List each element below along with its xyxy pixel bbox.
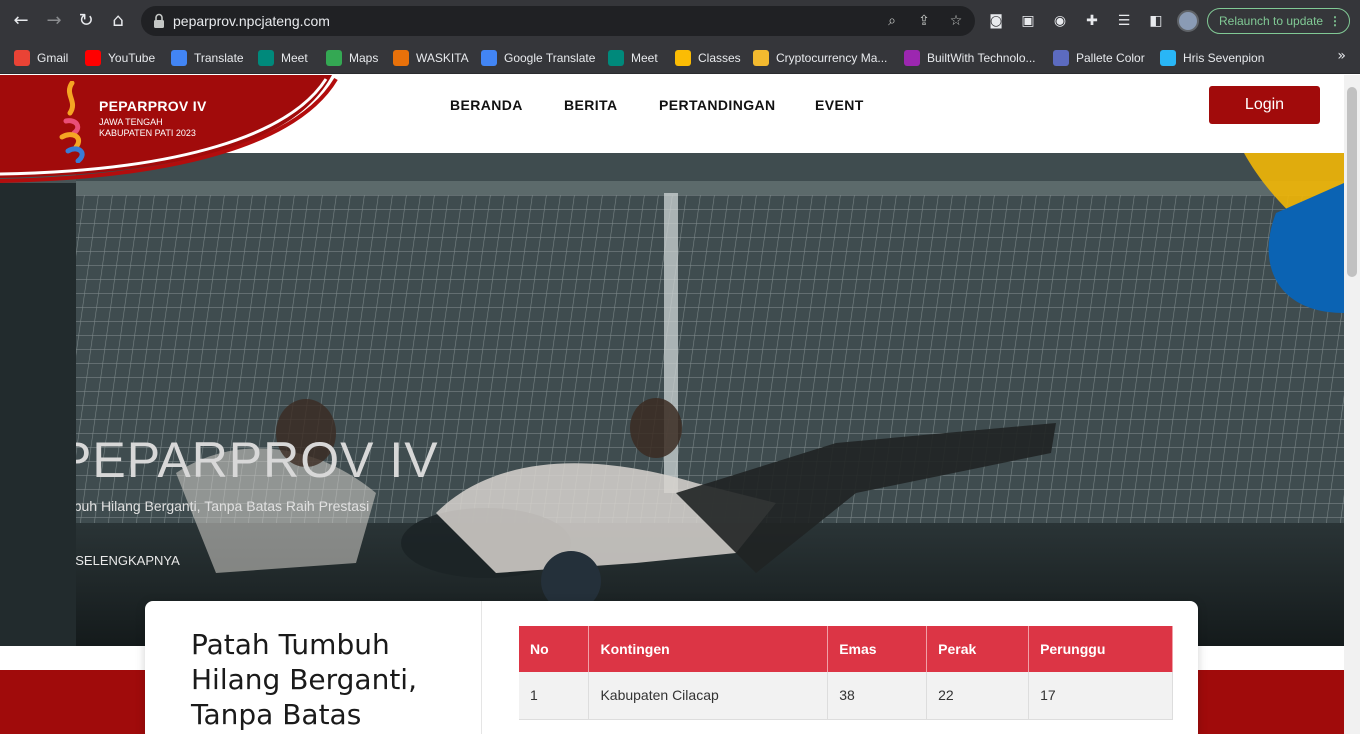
hero-more-link[interactable]: LIHAT SELENGKAPNYA ➡ [76, 553, 226, 573]
cast-extension-icon[interactable]: ▣ [1018, 11, 1038, 31]
bookmark-item[interactable]: Maps [326, 48, 378, 68]
site-header: PEPARPROV IV JAWA TENGAH KABUPATEN PATI … [0, 75, 1344, 183]
bookmark-favicon-icon [326, 50, 342, 66]
zoom-search-icon[interactable]: ⌕ [883, 12, 901, 30]
bookmark-favicon-icon [393, 50, 409, 66]
bookmark-favicon-icon [753, 50, 769, 66]
bookmark-favicon-icon [258, 50, 274, 66]
profile-avatar[interactable] [1177, 10, 1199, 32]
side-panel-icon[interactable]: ◧ [1146, 11, 1166, 31]
more-bookmarks-icon[interactable]: » [1337, 48, 1346, 64]
hero-subtitle: Patah Tumbuh Hilang Berganti, Tanpa Bata… [76, 498, 370, 514]
cell-emas: 38 [827, 672, 928, 720]
cell-perak: 22 [926, 672, 1030, 720]
bookmark-star-icon[interactable]: ☆ [947, 12, 965, 30]
bookmark-item[interactable]: WASKITA [393, 48, 469, 68]
bookmark-item[interactable]: Google Translate [481, 48, 595, 68]
previous-slide-peek [0, 183, 76, 646]
bookmark-favicon-icon [1053, 50, 1069, 66]
header-perunggu: Perunggu [1028, 626, 1173, 672]
table-row: 1 Kabupaten Cilacap 38 22 17 [519, 672, 1173, 720]
forward-arrow-icon[interactable]: → [42, 9, 66, 33]
bookmark-favicon-icon [675, 50, 691, 66]
bookmark-label: Cryptocurrency Ma... [776, 51, 888, 65]
bookmark-item[interactable]: YouTube [85, 48, 155, 68]
bookmark-label: WASKITA [416, 51, 469, 65]
bookmark-item[interactable]: Cryptocurrency Ma... [753, 48, 887, 68]
bookmark-item[interactable]: Hris Sevenpion [1160, 48, 1264, 68]
bookmark-item[interactable]: BuiltWith Technolo... [904, 48, 1036, 68]
login-button[interactable]: Login [1209, 86, 1320, 124]
header-emas: Emas [827, 626, 928, 672]
bookmark-label: Translate [194, 51, 244, 65]
reload-icon[interactable]: ↻ [74, 9, 98, 33]
bookmark-item[interactable]: Classes [675, 48, 741, 68]
camera-extension-icon[interactable]: ◙ [986, 11, 1006, 31]
bookmark-item[interactable]: Gmail [14, 48, 68, 68]
share-icon[interactable]: ⇪ [915, 12, 933, 30]
bookmark-item[interactable]: Meet [608, 48, 658, 68]
bookmark-favicon-icon [171, 50, 187, 66]
nav-event[interactable]: EVENT [815, 97, 864, 113]
puzzle-extensions-icon[interactable]: ✚ [1082, 11, 1102, 31]
relaunch-button[interactable]: Relaunch to update ⋮ [1207, 8, 1350, 34]
table-header-row: No Kontingen Emas Perak Perunggu [519, 626, 1173, 672]
bookmark-label: Maps [349, 51, 379, 65]
bookmark-item[interactable]: Pallete Color [1053, 48, 1145, 68]
bookmark-label: Pallete Color [1076, 51, 1145, 65]
lock-icon[interactable] [151, 12, 167, 30]
header-no: No [519, 626, 590, 672]
header-kontingen: Kontingen [588, 626, 829, 672]
bookmark-label: Google Translate [504, 51, 596, 65]
bookmark-item[interactable]: Translate [171, 48, 244, 68]
hero-title: PEPARPROV IV [76, 432, 439, 488]
header-perak: Perak [926, 626, 1030, 672]
bookmark-label: Gmail [37, 51, 69, 65]
url-text[interactable]: peparprov.npcjateng.com [173, 13, 330, 29]
logo-line2: JAWA TENGAH [99, 117, 163, 127]
bookmark-favicon-icon [904, 50, 920, 66]
bookmark-item[interactable]: Meet [258, 48, 308, 68]
address-bar[interactable]: peparprov.npcjateng.com ⌕ ⇪ ☆ [141, 6, 975, 36]
bookmark-favicon-icon [85, 50, 101, 66]
logo-text[interactable]: PEPARPROV IV JAWA TENGAH KABUPATEN PATI … [99, 98, 207, 139]
scrollbar-thumb[interactable] [1347, 87, 1357, 277]
cell-perunggu: 17 [1028, 672, 1173, 720]
bookmark-favicon-icon [608, 50, 624, 66]
medal-summary-card: Patah Tumbuh Hilang Berganti, Tanpa Bata… [145, 601, 1198, 734]
bookmark-label: BuiltWith Technolo... [927, 51, 1036, 65]
web-page: PEPARPROV IV JAWA TENGAH KABUPATEN PATI … [0, 75, 1344, 734]
bookmark-favicon-icon [1160, 50, 1176, 66]
peparprov-logo-icon[interactable] [58, 81, 92, 163]
page-scrollbar[interactable] [1344, 75, 1360, 734]
bookmarks-bar: Gmail YouTube Translate Meet Maps WASKITA Goog… [0, 42, 1360, 74]
logo-title: PEPARPROV IV [99, 98, 207, 114]
card-title: Patah Tumbuh Hilang Berganti, Tanpa Bata… [191, 628, 417, 731]
card-divider [481, 601, 482, 734]
cell-kontingen: Kabupaten Cilacap [588, 672, 829, 720]
bookmark-label: Classes [698, 51, 741, 65]
reading-list-icon[interactable]: ☰ [1114, 11, 1134, 31]
hero-slider: PEPARPROV IV Patah Tumbuh Hilang Bergant… [0, 153, 1344, 646]
hero-background-image [76, 153, 1344, 646]
nav-beranda[interactable]: BERANDA [450, 97, 523, 113]
nav-berita[interactable]: BERITA [564, 97, 617, 113]
bookmark-label: Hris Sevenpion [1183, 51, 1265, 65]
relaunch-label: Relaunch to update [1219, 14, 1324, 28]
menu-kebab-icon[interactable]: ⋮ [1329, 9, 1341, 33]
home-icon[interactable]: ⌂ [106, 9, 130, 33]
logo-line3: KABUPATEN PATI 2023 [99, 128, 196, 138]
bookmark-label: Meet [281, 51, 308, 65]
bookmark-label: Meet [631, 51, 658, 65]
browser-toolbar: ← → ↻ ⌂ peparprov.npcjateng.com ⌕ ⇪ ☆ ◙ … [0, 0, 1360, 42]
cell-no: 1 [519, 672, 590, 720]
circle-extension-icon[interactable]: ◉ [1050, 11, 1070, 31]
bookmark-label: YouTube [108, 51, 156, 65]
nav-pertandingan[interactable]: PERTANDINGAN [659, 97, 776, 113]
back-arrow-icon[interactable]: ← [9, 9, 33, 33]
bookmark-favicon-icon [481, 50, 497, 66]
medal-table: No Kontingen Emas Perak Perunggu 1 Kabup… [519, 626, 1173, 720]
bookmark-favicon-icon [14, 50, 30, 66]
